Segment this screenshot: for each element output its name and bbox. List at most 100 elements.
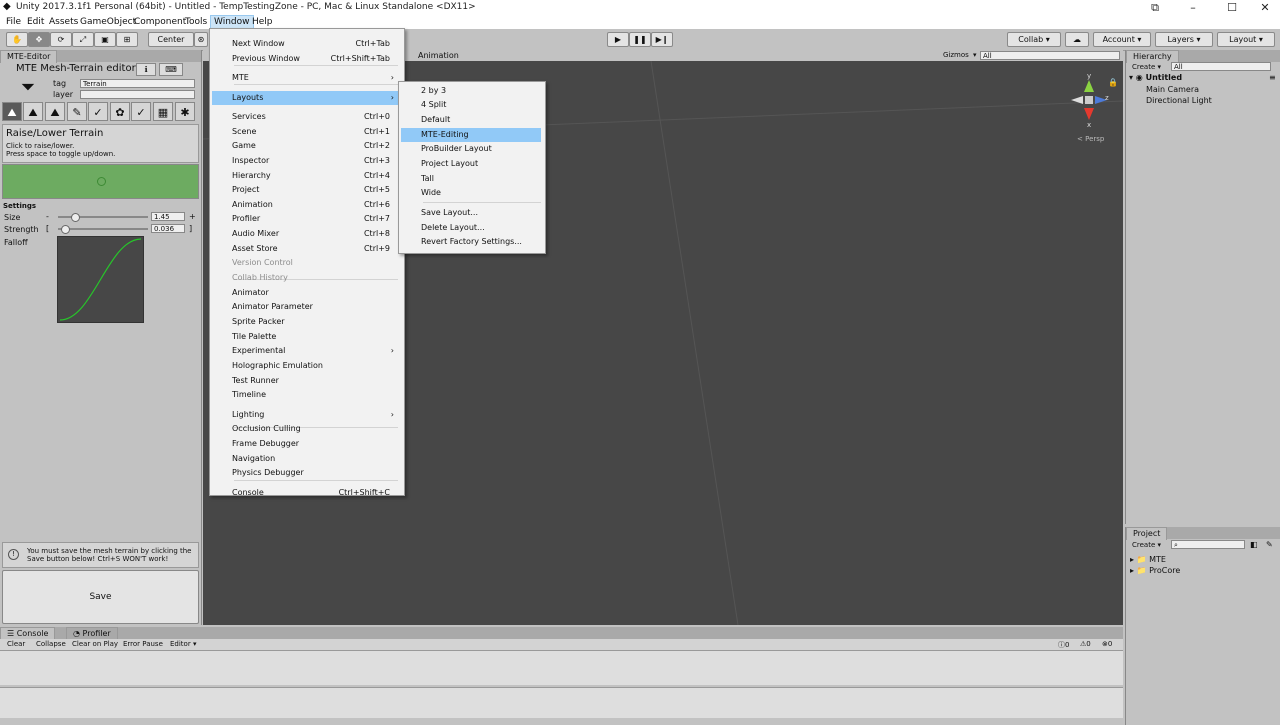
grass-tool-icon[interactable]: ✓ <box>131 102 151 121</box>
strength-open[interactable]: [ <box>46 224 49 233</box>
settings-gear-icon[interactable]: ✱ <box>175 102 195 121</box>
close-button[interactable]: ✕ <box>1252 0 1278 15</box>
rotate-tool-icon[interactable]: ⟳ <box>50 32 72 47</box>
window-menu-item-asset-store[interactable]: Asset Store Ctrl+9 <box>212 242 400 256</box>
menu-component[interactable]: Component <box>131 16 189 28</box>
layouts-menu-item-mte-editing[interactable]: MTE-Editing <box>401 128 541 142</box>
gizmos-dropdown[interactable]: Gizmos <box>943 51 969 59</box>
window-menu-item-profiler[interactable]: Profiler Ctrl+7 <box>212 212 400 226</box>
console-collapse-button[interactable]: Collapse <box>36 640 66 648</box>
window-menu-item-holographic-emulation[interactable]: Holographic Emulation <box>212 359 400 373</box>
layouts-menu-item-delete-layout[interactable]: Delete Layout... <box>401 221 541 235</box>
console-error-toggle[interactable]: ⊗0 <box>1102 640 1112 648</box>
cloud-icon[interactable]: ☁ <box>1065 32 1089 47</box>
layers-dropdown[interactable]: Layers ▾ <box>1155 32 1213 47</box>
window-menu-item-console[interactable]: Console Ctrl+Shift+C <box>212 486 400 500</box>
size-slider-thumb[interactable] <box>70 213 80 222</box>
window-menu-item-project[interactable]: Project Ctrl+5 <box>212 183 400 197</box>
maximize-button[interactable]: ☐ <box>1219 0 1245 15</box>
size-plus[interactable]: + <box>189 212 196 221</box>
hierarchy-item[interactable]: Directional Light <box>1146 96 1212 105</box>
project-create-dropdown[interactable]: Create ▾ <box>1132 541 1161 549</box>
window-menu-item-mte[interactable]: MTE › <box>212 71 400 85</box>
layer-dropdown[interactable] <box>80 90 195 99</box>
layouts-menu-item-tall[interactable]: Tall <box>401 172 541 186</box>
tab-animation[interactable]: Animation <box>418 51 459 60</box>
console-clear-button[interactable]: Clear <box>7 640 25 648</box>
paint-detail-tool-icon[interactable]: ✿ <box>110 102 130 121</box>
window-menu-item-timeline[interactable]: Timeline <box>212 388 400 402</box>
console-clear-on-play-button[interactable]: Clear on Play <box>72 640 118 648</box>
transform-tool-icon[interactable]: ⊞ <box>116 32 138 47</box>
window-menu-item-experimental[interactable]: Experimental › <box>212 344 400 358</box>
layouts-menu-item-4-split[interactable]: 4 Split <box>401 98 541 112</box>
window-menu-item-layouts[interactable]: Layouts › <box>212 91 400 105</box>
paint-texture-tool-icon[interactable]: ✎ <box>67 102 87 121</box>
paint-height-tool-icon[interactable]: ⛰ <box>23 102 43 121</box>
place-tree-tool-icon[interactable]: ✓ <box>88 102 108 121</box>
grid-tool-icon[interactable]: ▦ <box>153 102 173 121</box>
layouts-menu-item-wide[interactable]: Wide <box>401 186 541 200</box>
keyboard-icon[interactable]: ⌨ <box>159 63 183 76</box>
persp-label[interactable]: < Persp <box>1077 135 1104 143</box>
window-menu-item-inspector[interactable]: Inspector Ctrl+3 <box>212 154 400 168</box>
strength-field[interactable]: 0.036 <box>151 224 185 233</box>
menu-window[interactable]: Window <box>210 15 254 29</box>
lock-icon[interactable]: 🔒 <box>1108 78 1118 87</box>
hierarchy-create-dropdown[interactable]: Create ▾ <box>1132 63 1161 71</box>
layouts-menu-item-default[interactable]: Default <box>401 113 541 127</box>
console-error-pause-button[interactable]: Error Pause <box>123 640 163 648</box>
project-search-input[interactable]: ⌕ <box>1171 540 1245 549</box>
tab-mte-editor[interactable]: MTE-Editor <box>0 50 58 63</box>
size-minus[interactable]: - <box>46 212 49 221</box>
layouts-menu-item-project-layout[interactable]: Project Layout <box>401 157 541 171</box>
window-menu-item-navigation[interactable]: Navigation <box>212 452 400 466</box>
window-menu-item-services[interactable]: Services Ctrl+0 <box>212 110 400 124</box>
console-info-toggle[interactable]: ⓘ0 <box>1058 640 1069 650</box>
layout-dropdown[interactable]: Layout ▾ <box>1217 32 1275 47</box>
window-menu-item-scene[interactable]: Scene Ctrl+1 <box>212 125 400 139</box>
filter-type-icon[interactable]: ◧ <box>1250 540 1258 549</box>
layouts-menu-item-revert-factory-settings[interactable]: Revert Factory Settings... <box>401 235 541 249</box>
window-menu-item-sprite-packer[interactable]: Sprite Packer <box>212 315 400 329</box>
strength-slider-track[interactable] <box>58 228 148 230</box>
label-filter-icon[interactable]: ✎ <box>1266 540 1273 549</box>
layouts-menu-item-2-by-3[interactable]: 2 by 3 <box>401 84 541 98</box>
gizmos-arrow-icon[interactable]: ▾ <box>973 51 977 59</box>
window-menu-item-lighting[interactable]: Lighting › <box>212 408 400 422</box>
window-menu-item-frame-debugger[interactable]: Frame Debugger <box>212 437 400 451</box>
window-menu-item-previous-window[interactable]: Previous Window Ctrl+Shift+Tab <box>212 52 400 66</box>
window-menu-item-game[interactable]: Game Ctrl+2 <box>212 139 400 153</box>
menu-tools[interactable]: Tools <box>182 16 210 28</box>
step-button[interactable]: ▶❙ <box>651 32 673 47</box>
console-log-area[interactable] <box>0 651 1123 685</box>
console-detail-area[interactable] <box>0 687 1123 718</box>
strength-close[interactable]: ] <box>189 224 192 233</box>
window-menu-item-tile-palette[interactable]: Tile Palette <box>212 330 400 344</box>
tab-project[interactable]: Project <box>1126 527 1168 540</box>
layouts-menu-item-save-layout[interactable]: Save Layout... <box>401 206 541 220</box>
window-menu-item-occlusion-culling[interactable]: Occlusion Culling <box>212 422 400 436</box>
move-tool-icon[interactable]: ✥ <box>28 32 50 47</box>
window-menu-item-test-runner[interactable]: Test Runner <box>212 374 400 388</box>
window-menu-item-audio-mixer[interactable]: Audio Mixer Ctrl+8 <box>212 227 400 241</box>
smooth-height-tool-icon[interactable]: ⛰ <box>45 102 65 121</box>
window-menu-item-animator[interactable]: Animator <box>212 286 400 300</box>
layouts-menu-item-probuilder-layout[interactable]: ProBuilder Layout <box>401 142 541 156</box>
hierarchy-search-input[interactable]: All <box>1171 62 1271 71</box>
window-menu-item-hierarchy[interactable]: Hierarchy Ctrl+4 <box>212 169 400 183</box>
scene-search-input[interactable]: All <box>980 51 1120 60</box>
pivot-center-button[interactable]: Center <box>148 32 194 47</box>
size-field[interactable]: 1.45 <box>151 212 185 221</box>
collab-dropdown[interactable]: Collab ▾ <box>1007 32 1061 47</box>
restore-icon[interactable]: ⧉ <box>1142 0 1168 15</box>
play-button[interactable]: ▶ <box>607 32 629 47</box>
project-folder-item[interactable]: ▸ 📁 MTE <box>1130 555 1166 564</box>
scene-orientation-gizmo[interactable]: y z x < Persp <box>1069 72 1109 145</box>
account-dropdown[interactable]: Account ▾ <box>1093 32 1151 47</box>
info-icon[interactable]: ℹ <box>136 63 156 76</box>
menu-assets[interactable]: Assets <box>46 16 81 28</box>
pause-button[interactable]: ❚❚ <box>629 32 651 47</box>
menu-help[interactable]: Help <box>249 16 276 28</box>
falloff-curve[interactable] <box>57 236 144 323</box>
